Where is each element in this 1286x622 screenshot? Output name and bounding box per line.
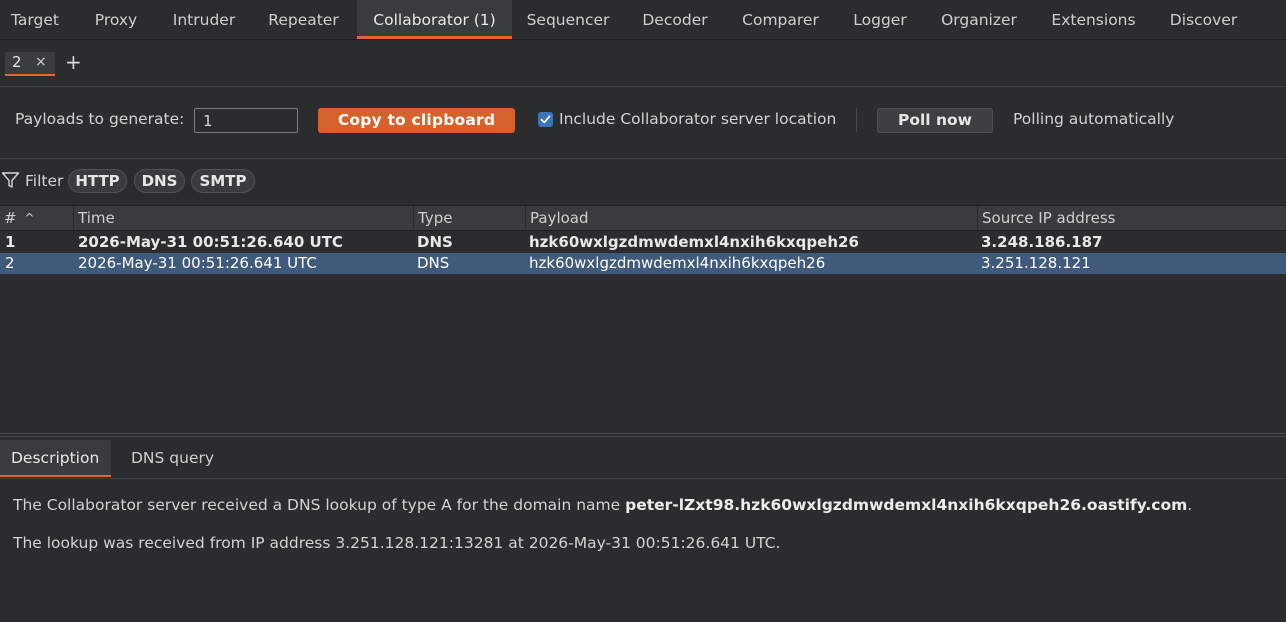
row-number: 1 xyxy=(5,233,16,251)
column-source-ip[interactable]: Source IP address xyxy=(978,206,1286,230)
row-source-ip: 3.251.128.121 xyxy=(981,254,1091,272)
filter-smtp[interactable]: SMTP xyxy=(191,169,255,193)
column-number-label: # xyxy=(4,209,17,227)
description-prefix: The Collaborator server received a DNS l… xyxy=(13,496,626,514)
tab-organizer[interactable]: Organizer xyxy=(931,0,1027,39)
description-line-1: The Collaborator server received a DNS l… xyxy=(13,496,1192,514)
tab-intruder[interactable]: Intruder xyxy=(162,0,246,39)
table-row[interactable]: 2 2026-May-31 00:51:26.641 UTC DNS hzk60… xyxy=(0,253,1286,274)
include-location-label[interactable]: Include Collaborator server location xyxy=(559,110,836,128)
main-tab-bar: Target Proxy Intruder Repeater Collabora… xyxy=(0,0,1286,40)
sort-ascending-icon: ^ xyxy=(24,211,35,225)
description-suffix: . xyxy=(1187,496,1193,514)
polling-status: Polling automatically xyxy=(1013,110,1175,128)
add-tab-icon[interactable]: + xyxy=(65,50,82,74)
filter-icon[interactable] xyxy=(1,171,20,194)
row-time: 2026-May-31 00:51:26.640 UTC xyxy=(78,233,343,251)
column-payload[interactable]: Payload xyxy=(526,206,978,230)
row-type: DNS xyxy=(417,254,450,272)
subtab-2[interactable]: 2 × xyxy=(5,52,55,76)
row-payload: hzk60wxlgzdmwdemxl4nxih6kxqpeh26 xyxy=(529,254,826,272)
table-row[interactable]: 1 2026-May-31 00:51:26.640 UTC DNS hzk60… xyxy=(0,232,1286,253)
tab-repeater[interactable]: Repeater xyxy=(256,0,351,39)
tab-proxy[interactable]: Proxy xyxy=(80,0,152,39)
row-time: 2026-May-31 00:51:26.641 UTC xyxy=(78,254,317,272)
divider xyxy=(856,108,857,132)
close-icon[interactable]: × xyxy=(35,54,47,70)
payloads-input[interactable] xyxy=(194,108,298,133)
description-domain: peter-lZxt98.hzk60wxlgzdmwdemxl4nxih6kxq… xyxy=(625,496,1188,514)
row-type: DNS xyxy=(417,233,453,251)
description-line-2: The lookup was received from IP address … xyxy=(13,534,781,552)
tab-comparer[interactable]: Comparer xyxy=(731,0,830,39)
filter-label[interactable]: Filter xyxy=(25,172,63,190)
collaborator-subtab-bar: 2 × xyxy=(0,40,1286,87)
tab-discover[interactable]: Discover xyxy=(1160,0,1247,39)
tab-logger[interactable]: Logger xyxy=(842,0,918,39)
tab-target[interactable]: Target xyxy=(0,0,70,39)
subtab-label: 2 xyxy=(12,53,22,71)
tab-description[interactable]: Description xyxy=(0,440,111,477)
pane-splitter[interactable] xyxy=(0,433,1286,437)
row-number: 2 xyxy=(5,254,15,272)
tab-dns-query[interactable]: DNS query xyxy=(120,440,230,477)
tab-extensions[interactable]: Extensions xyxy=(1040,0,1147,39)
include-location-checkbox[interactable] xyxy=(538,112,553,127)
filter-dns[interactable]: DNS xyxy=(134,169,185,193)
poll-now-button[interactable]: Poll now xyxy=(877,108,993,133)
column-number[interactable]: # ^ xyxy=(0,206,74,230)
column-time[interactable]: Time xyxy=(74,206,414,230)
copy-to-clipboard-button[interactable]: Copy to clipboard xyxy=(318,108,515,133)
tab-collaborator[interactable]: Collaborator (1) xyxy=(357,0,512,39)
payloads-label: Payloads to generate: xyxy=(15,110,185,128)
interactions-table: 1 2026-May-31 00:51:26.640 UTC DNS hzk60… xyxy=(0,231,1286,432)
row-source-ip: 3.248.186.187 xyxy=(981,233,1103,251)
row-payload: hzk60wxlgzdmwdemxl4nxih6kxqpeh26 xyxy=(529,233,859,251)
table-header: # ^ Time Type Payload Source IP address xyxy=(0,205,1286,231)
filter-http[interactable]: HTTP xyxy=(68,169,127,193)
tab-sequencer[interactable]: Sequencer xyxy=(517,0,619,39)
column-type[interactable]: Type xyxy=(414,206,526,230)
check-icon xyxy=(540,115,551,124)
tab-decoder[interactable]: Decoder xyxy=(632,0,718,39)
